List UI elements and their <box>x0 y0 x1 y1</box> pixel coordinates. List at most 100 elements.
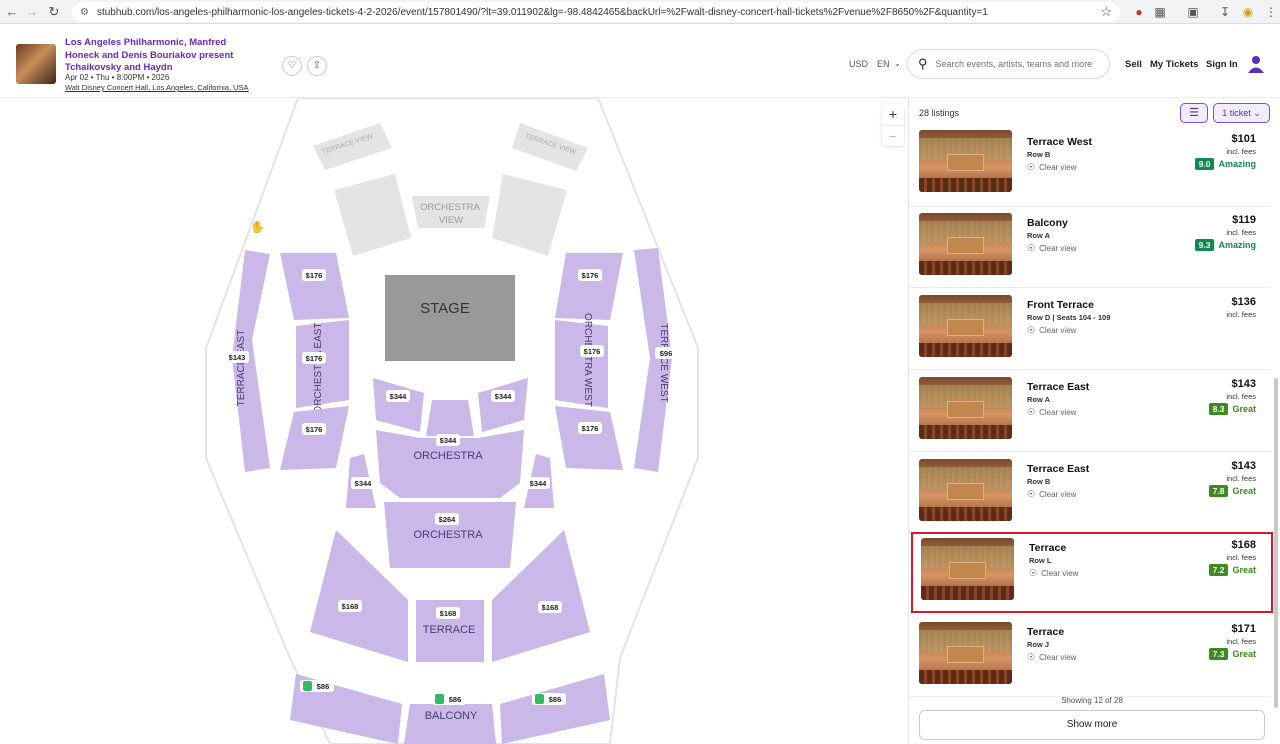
price-tag-deal[interactable]: $86 <box>432 693 466 705</box>
listings-panel: 28 listings ☰ 1 ticket ⌄ Terrace West Row… <box>908 98 1280 744</box>
label-orchestra-east: ORCHESTRA EAST <box>313 322 324 413</box>
seat-view-image[interactable] <box>919 213 1012 275</box>
site-info-icon[interactable]: ⚙ <box>80 7 89 18</box>
listing-section-name: Front Terrace <box>1027 299 1094 311</box>
listing-card[interactable]: Terrace Row L ☉ Clear view $168 incl. fees 7.2… <box>911 532 1273 613</box>
bookmark-star-icon[interactable]: ☆ <box>1100 4 1112 20</box>
score-rating: Great <box>1232 565 1256 575</box>
profile-extension-icon[interactable]: ● <box>1130 3 1148 21</box>
listing-card[interactable]: Balcony Row A ☉ Clear view $119 incl. fees 9.3… <box>909 207 1271 288</box>
zoom-controls: + − <box>882 104 904 146</box>
ticket-quantity-select[interactable]: 1 ticket ⌄ <box>1213 103 1270 123</box>
listing-card[interactable]: Terrace East Row B ☉ Clear view $143 incl. fe… <box>909 453 1271 534</box>
show-more-button[interactable]: Show more <box>919 710 1265 740</box>
score-badge: 8.3 <box>1208 403 1229 415</box>
section-orchestra-center-top[interactable] <box>426 400 474 436</box>
my-tickets-link[interactable]: My Tickets <box>1150 59 1198 70</box>
search-bar[interactable]: ⚲ <box>907 49 1110 79</box>
event-title[interactable]: Los Angeles Philharmonic, Manfred Honeck… <box>65 37 235 75</box>
svg-text:$176: $176 <box>582 271 599 280</box>
zoom-in-button[interactable]: + <box>882 104 904 125</box>
listing-card[interactable]: Terrace Row J ☉ Clear view $171 incl. fees 7.3… <box>909 616 1271 697</box>
filter-sliders-button[interactable]: ☰ <box>1180 103 1208 123</box>
scrollbar-thumb[interactable] <box>1274 378 1278 708</box>
score-badge: 7.8 <box>1208 485 1229 497</box>
search-input[interactable] <box>935 59 1106 69</box>
price-tag[interactable]: $168 <box>436 607 460 619</box>
forward-icon[interactable]: → <box>22 4 42 19</box>
price-tag[interactable]: $176 <box>578 422 602 434</box>
svg-text:$264: $264 <box>439 515 457 524</box>
seat-view-image[interactable] <box>921 538 1014 600</box>
svg-text:$143: $143 <box>229 353 246 362</box>
address-bar[interactable]: ⚙ stubhub.com/los-angeles-philharmonic-l… <box>72 2 1120 22</box>
price-tag[interactable]: $176 <box>302 423 326 435</box>
seat-view-image[interactable] <box>919 377 1012 439</box>
eye-icon: ☉ <box>1027 243 1036 253</box>
seat-view-image[interactable] <box>919 622 1012 684</box>
event-header: Los Angeles Philharmonic, Manfred Honeck… <box>0 24 1280 98</box>
seat-view-image[interactable] <box>919 295 1012 357</box>
sign-in-link[interactable]: Sign In <box>1206 59 1238 70</box>
clear-view-label: Clear view <box>1039 163 1077 172</box>
eye-icon: ☉ <box>1027 407 1036 417</box>
share-icon[interactable]: ⇧ <box>307 56 327 76</box>
seat-map-svg[interactable]: TERRACE VIEW TERRACE VIEW ORCHESTRA VIEW… <box>0 98 908 744</box>
clear-view-feature: ☉ Clear view <box>1027 489 1076 500</box>
favorite-heart-icon[interactable]: ♡ <box>282 56 302 76</box>
clear-view-feature: ☉ Clear view <box>1027 243 1076 254</box>
svg-text:$176: $176 <box>306 354 323 363</box>
score-rating: Amazing <box>1218 240 1256 250</box>
price-tag-deal[interactable]: $86 <box>300 680 334 692</box>
price-tag[interactable]: $264 <box>435 513 459 525</box>
price-tag[interactable]: $344 <box>351 477 375 489</box>
currency-selector[interactable]: USD <box>849 59 868 69</box>
zoom-out-button[interactable]: − <box>882 125 904 146</box>
price-tag[interactable]: $344 <box>526 477 550 489</box>
clear-view-label: Clear view <box>1039 244 1077 253</box>
price-tag[interactable]: $143 <box>225 351 249 363</box>
sell-link[interactable]: Sell <box>1125 59 1142 70</box>
svg-text:$168: $168 <box>440 609 457 618</box>
price-tag[interactable]: $176 <box>302 352 326 364</box>
svg-text:$344: $344 <box>530 479 548 488</box>
media-icon[interactable]: ▣ <box>1184 3 1202 21</box>
reload-icon[interactable]: ↻ <box>44 4 64 20</box>
seat-map[interactable]: TERRACE VIEW TERRACE VIEW ORCHESTRA VIEW… <box>0 98 908 744</box>
menu-icon[interactable]: ⋮ <box>1262 3 1280 21</box>
price-tag-deal[interactable]: $86 <box>532 693 566 705</box>
listing-card[interactable]: Terrace West Row B ☉ Clear view $101 incl. fe… <box>909 126 1271 207</box>
price-tag[interactable]: $176 <box>580 345 604 357</box>
price-tag[interactable]: $344 <box>386 390 410 402</box>
clear-view-feature: ☉ Clear view <box>1027 407 1076 418</box>
section-orchestra-west-mid[interactable] <box>555 320 608 408</box>
listing-price: $119 <box>1232 214 1256 226</box>
listing-card[interactable]: Front Terrace Row D | Seats 104 - 109 ☉ Cle… <box>909 289 1271 370</box>
svg-text:$176: $176 <box>306 271 323 280</box>
price-tag[interactable]: $168 <box>538 601 562 613</box>
back-icon[interactable]: ← <box>2 4 22 19</box>
showing-count: Showing 12 of 28 <box>1061 696 1123 705</box>
price-tag[interactable]: $176 <box>578 269 602 281</box>
label-orchestra-view-2: VIEW <box>439 215 463 226</box>
seat-view-image[interactable] <box>919 459 1012 521</box>
language-selector[interactable]: EN <box>877 59 890 69</box>
extensions-icon[interactable]: ▦ <box>1151 3 1169 21</box>
profile-icon[interactable]: ◉ <box>1239 3 1257 21</box>
price-tag[interactable]: $176 <box>302 269 326 281</box>
price-tag[interactable]: $344 <box>491 390 515 402</box>
label-stage: STAGE <box>420 300 470 317</box>
price-tag[interactable]: $96 <box>655 347 677 359</box>
chevron-down-icon[interactable]: ⌄ <box>894 59 901 68</box>
user-avatar-icon[interactable] <box>1247 54 1265 74</box>
event-venue-link[interactable]: Walt Disney Concert Hall, Los Angeles, C… <box>65 83 249 92</box>
eye-icon: ☉ <box>1027 162 1036 172</box>
price-tag[interactable]: $168 <box>338 600 362 612</box>
download-icon[interactable]: ↧ <box>1216 3 1234 21</box>
price-tag[interactable]: $344 <box>436 434 460 446</box>
score-rating: Amazing <box>1218 159 1256 169</box>
listing-section-name: Terrace East <box>1027 463 1090 475</box>
seat-view-image[interactable] <box>919 130 1012 192</box>
event-date: Apr 02 • Thu • 8:00PM • 2026 <box>65 73 170 82</box>
listing-card[interactable]: Terrace East Row A ☉ Clear view $143 incl. fe… <box>909 371 1271 452</box>
